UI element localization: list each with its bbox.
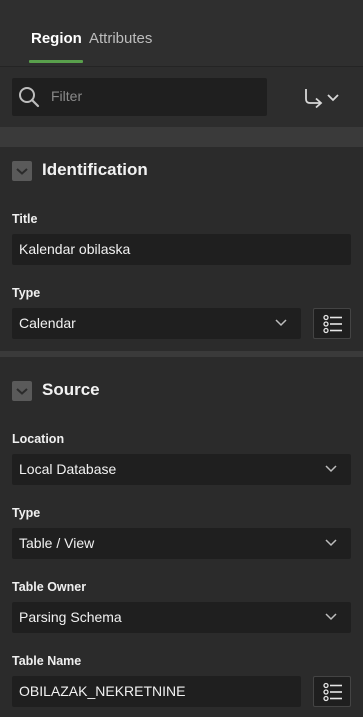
chevron-down-icon <box>325 613 337 621</box>
title-value: Kalendar obilaska <box>19 241 131 257</box>
table-owner-value: Parsing Schema <box>19 609 122 625</box>
source-type-value: Table / View <box>19 535 95 551</box>
table-owner-label: Table Owner <box>12 580 87 594</box>
section-divider <box>0 127 363 147</box>
filter-placeholder: Filter <box>51 88 83 104</box>
title-label: Title <box>12 212 38 226</box>
search-icon <box>19 87 40 108</box>
source-type-label: Type <box>12 506 41 520</box>
location-select[interactable]: Local Database <box>12 454 351 485</box>
section-divider <box>0 351 363 357</box>
tab-bar: Region Attributes <box>0 0 363 66</box>
filter-input[interactable]: Filter <box>12 78 267 116</box>
location-label: Location <box>12 432 65 446</box>
table-name-value: OBILAZAK_NEKRETNINE <box>19 683 186 699</box>
go-to-group-button[interactable] <box>301 86 351 110</box>
type-label: Type <box>12 286 41 300</box>
identification-title: Identification <box>42 160 148 179</box>
table-owner-select[interactable]: Parsing Schema <box>12 602 351 633</box>
collapse-icon[interactable] <box>12 381 32 401</box>
source-header[interactable]: Source <box>0 367 363 413</box>
table-name-label: Table Name <box>12 654 82 668</box>
collapse-icon[interactable] <box>12 161 32 181</box>
table-name-field[interactable]: OBILAZAK_NEKRETNINE <box>12 676 301 707</box>
table-name-list-button[interactable] <box>313 676 351 707</box>
location-value: Local Database <box>19 461 117 477</box>
active-tab-indicator <box>29 60 83 63</box>
title-field[interactable]: Kalendar obilaska <box>12 234 351 265</box>
type-select[interactable]: Calendar <box>12 308 301 339</box>
list-icon <box>323 682 342 702</box>
chevron-down-icon <box>325 539 337 547</box>
type-value: Calendar <box>19 315 76 331</box>
source-title: Source <box>42 380 100 399</box>
source-type-select[interactable]: Table / View <box>12 528 351 559</box>
list-icon <box>323 314 342 334</box>
curved-arrow-icon <box>305 89 323 109</box>
tab-attributes[interactable]: Attributes <box>89 30 152 47</box>
filter-bar: Filter <box>0 67 363 127</box>
tab-region[interactable]: Region <box>31 30 82 47</box>
chevron-down-icon <box>325 465 337 473</box>
chevron-down-icon <box>275 319 287 327</box>
identification-header[interactable]: Identification <box>0 147 363 193</box>
type-list-button[interactable] <box>313 308 351 339</box>
chevron-down-icon <box>327 94 339 102</box>
